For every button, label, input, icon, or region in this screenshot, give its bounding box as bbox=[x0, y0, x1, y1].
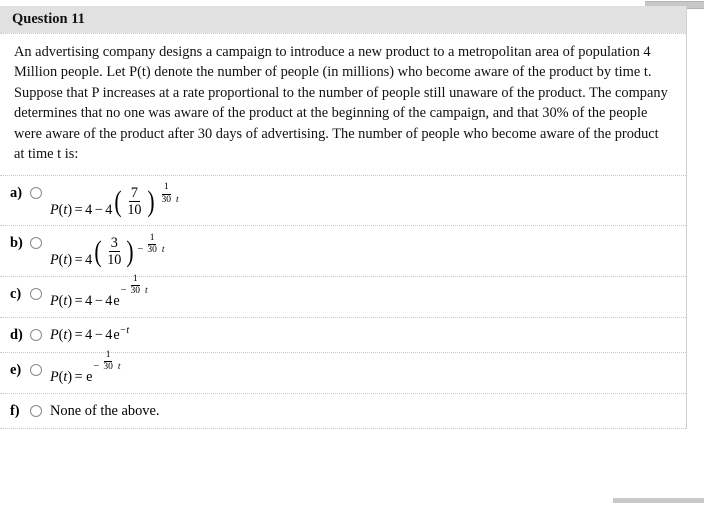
math-fraction: 3 10 bbox=[105, 235, 123, 269]
math-number: 4 bbox=[105, 326, 113, 343]
option-formula-b: P ( t) = 4 ( 3 10 ) − 1 30 t bbox=[50, 233, 165, 269]
math-base-e: e bbox=[113, 326, 120, 343]
option-letter-c: c) bbox=[10, 285, 22, 302]
math-number: 4 bbox=[105, 293, 113, 310]
fraction-numerator: 1 bbox=[161, 183, 171, 195]
scrollbar-thumb-bottom[interactable] bbox=[613, 498, 704, 503]
fraction-numerator: 1 bbox=[103, 350, 113, 363]
exponent-sign: − bbox=[120, 285, 127, 297]
option-letter-d: d) bbox=[10, 326, 23, 343]
math-exponent: − 1 30 t bbox=[93, 350, 121, 373]
fraction-numerator: 1 bbox=[130, 274, 140, 287]
math-number: 4 bbox=[85, 252, 93, 269]
exponent-fraction: 1 30 bbox=[160, 183, 174, 205]
math-paren-left: ( bbox=[94, 235, 102, 269]
fraction-numerator: 1 bbox=[147, 233, 157, 246]
radio-option-f[interactable] bbox=[30, 404, 42, 417]
fraction-numerator: 7 bbox=[128, 184, 140, 202]
question-card: Question 11 An advertising company desig… bbox=[0, 6, 687, 429]
math-paren-right: ) bbox=[146, 184, 155, 218]
fraction-denominator: 30 bbox=[161, 194, 172, 205]
exponent-variable: t bbox=[117, 362, 121, 373]
option-letter-a: a) bbox=[10, 184, 22, 201]
option-row-b[interactable]: b) P ( t) = 4 ( 3 10 ) − 1 30 t bbox=[0, 226, 686, 275]
exponent-fraction: 1 30 bbox=[145, 233, 159, 256]
separator bbox=[0, 427, 686, 429]
option-row-e[interactable]: e) P(t) = e − 1 30 t bbox=[0, 350, 686, 393]
option-letter-e: e) bbox=[10, 361, 22, 378]
exponent-fraction: 1 30 bbox=[129, 274, 143, 297]
radio-option-e[interactable] bbox=[30, 363, 42, 376]
exponent-fraction: 1 30 bbox=[101, 350, 115, 373]
option-letter-b: b) bbox=[10, 235, 23, 252]
math-operator: = bbox=[74, 326, 83, 343]
math-fraction-group: ( 7 10 ) bbox=[112, 184, 156, 218]
exponent-variable: t bbox=[161, 245, 165, 256]
math-symbol: P bbox=[50, 201, 59, 218]
math-exponent: −t bbox=[119, 324, 130, 336]
option-formula-e: P(t) = e − 1 30 t bbox=[50, 350, 120, 386]
math-symbol: P bbox=[50, 293, 59, 310]
option-label-f: None of the above. bbox=[50, 402, 160, 419]
math-expression-a: P ( t) = 4 − 4 ( 7 10 ) 1 30 t bbox=[50, 183, 179, 218]
exponent-sign: − bbox=[93, 361, 100, 373]
math-operator: = bbox=[74, 252, 83, 269]
fraction-denominator: 30 bbox=[103, 362, 113, 373]
math-number: 4 bbox=[85, 293, 93, 310]
fraction-denominator: 30 bbox=[147, 245, 157, 256]
radio-option-c[interactable] bbox=[30, 287, 42, 300]
math-symbol: P bbox=[50, 326, 59, 343]
math-operator: − bbox=[94, 201, 103, 218]
option-letter-f: f) bbox=[10, 402, 20, 419]
fraction-denominator: 10 bbox=[127, 201, 142, 218]
fraction-denominator: 10 bbox=[107, 252, 122, 269]
exponent-sign: − bbox=[137, 244, 144, 256]
math-operator: = bbox=[74, 201, 83, 218]
option-row-c[interactable]: c) P(t) = 4 − 4 e − 1 30 t bbox=[0, 274, 686, 317]
math-fraction: 7 10 bbox=[125, 184, 143, 218]
page-title: Question 11 bbox=[12, 11, 85, 27]
radio-option-a[interactable] bbox=[30, 186, 42, 199]
math-expression-c: P(t) = 4 − 4 e − 1 30 t bbox=[50, 274, 148, 310]
math-paren-right: ) bbox=[126, 235, 134, 269]
exponent-variable: t bbox=[145, 286, 148, 297]
option-row-f[interactable]: f) None of the above. bbox=[0, 394, 686, 428]
radio-option-d[interactable] bbox=[30, 328, 42, 341]
math-expression-b: P ( t) = 4 ( 3 10 ) − 1 30 t bbox=[50, 233, 165, 269]
math-operator: = bbox=[74, 293, 83, 310]
question-text: An advertising company designs a campaig… bbox=[14, 44, 668, 163]
math-expression-e: P(t) = e − 1 30 t bbox=[50, 350, 120, 386]
math-operator: = bbox=[74, 369, 83, 386]
fraction-numerator: 3 bbox=[108, 235, 120, 253]
math-exponent: − 1 30 t bbox=[120, 274, 148, 297]
exponent-variable: t bbox=[176, 194, 179, 205]
math-number: 4 bbox=[105, 201, 113, 218]
option-formula-a: P ( t) = 4 − 4 ( 7 10 ) 1 30 t bbox=[50, 183, 179, 218]
math-exponent: 1 30 t bbox=[158, 183, 179, 205]
math-paren-left: ( bbox=[114, 184, 122, 218]
math-symbol: P bbox=[50, 252, 59, 269]
math-exponent: − 1 30 t bbox=[137, 233, 165, 256]
math-base-e: e bbox=[86, 369, 93, 386]
fraction-denominator: 30 bbox=[130, 286, 141, 297]
math-number: 4 bbox=[85, 201, 93, 218]
math-fraction-group: ( 3 10 ) bbox=[92, 235, 136, 269]
option-formula-c: P(t) = 4 − 4 e − 1 30 t bbox=[50, 274, 148, 310]
option-row-d[interactable]: d) P(t) = 4 − 4 e −t bbox=[0, 318, 686, 352]
math-operator: − bbox=[94, 326, 103, 343]
math-number: 4 bbox=[85, 326, 93, 343]
math-symbol: P bbox=[50, 369, 59, 386]
math-expression-d: P(t) = 4 − 4 e −t bbox=[50, 324, 130, 343]
option-formula-d: P(t) = 4 − 4 e −t bbox=[50, 324, 130, 343]
radio-option-b[interactable] bbox=[30, 237, 42, 250]
math-base-e: e bbox=[113, 293, 120, 310]
math-operator: − bbox=[94, 293, 103, 310]
question-header: Question 11 bbox=[0, 6, 686, 33]
option-row-a[interactable]: a) P ( t) = 4 − 4 ( 7 10 ) 1 30 t bbox=[0, 176, 686, 225]
